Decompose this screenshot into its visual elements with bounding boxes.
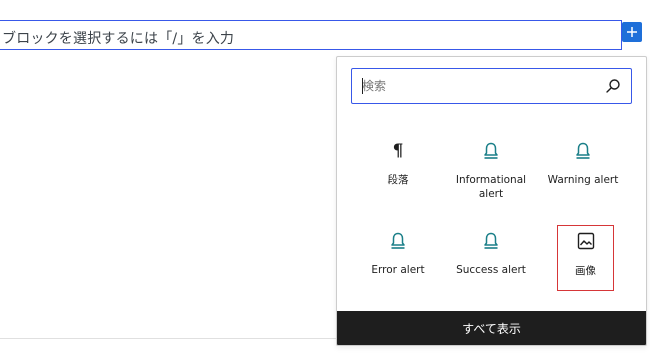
bell-icon [481,141,501,161]
image-icon [576,231,596,251]
block-error-alert[interactable]: Error alert [355,227,441,297]
block-label: Success alert [456,264,526,276]
editor-canvas: ブロックを選択するには「/」を入力 ¶ 段落 [0,0,650,361]
block-paragraph[interactable]: ¶ 段落 [355,137,441,207]
bell-icon [481,231,501,251]
text-caret [362,78,363,94]
bell-icon [573,141,593,161]
block-informational-alert[interactable]: Informational alert [448,137,534,207]
block-warning-alert[interactable]: Warning alert [540,137,626,207]
add-block-button[interactable] [622,22,642,42]
divider [0,338,336,339]
block-placeholder: ブロックを選択するには「/」を入力 [2,31,235,47]
block-label: 画像 [575,265,596,277]
show-all-button[interactable]: すべて表示 [337,311,646,345]
block-inserter-popover: ¶ 段落 Informational alert Warning alert [336,56,647,346]
search-icon [606,79,620,93]
empty-block[interactable]: ブロックを選択するには「/」を入力 [0,20,622,50]
block-image[interactable]: 画像 [557,225,614,291]
bell-icon [388,231,408,251]
search-input[interactable] [362,75,592,97]
block-label: Informational alert [455,174,527,200]
block-success-alert[interactable]: Success alert [448,227,534,297]
block-label: 段落 [387,174,409,186]
plus-icon [627,27,637,37]
paragraph-icon: ¶ [392,141,404,161]
block-label: Warning alert [547,174,619,186]
search-field[interactable] [351,68,632,104]
block-label: Error alert [371,264,425,276]
